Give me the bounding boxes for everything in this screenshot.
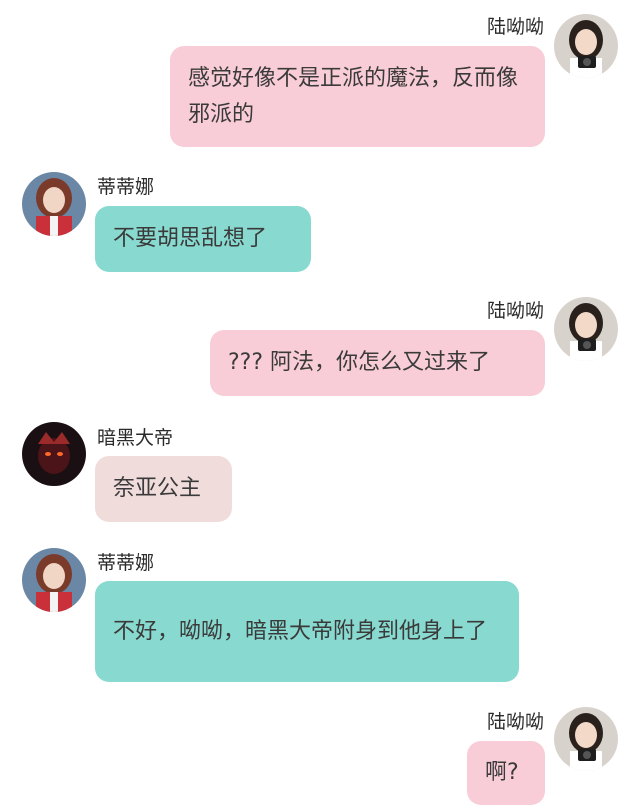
girl-red-outfit-avatar[interactable] bbox=[22, 172, 86, 236]
message-bubble[interactable]: 不要胡思乱想了 bbox=[95, 206, 311, 272]
sender-name: 蒂蒂娜 bbox=[97, 176, 155, 198]
girl-red-outfit-avatar[interactable] bbox=[22, 548, 86, 612]
sender-name: 暗黑大帝 bbox=[97, 427, 174, 449]
message-bubble[interactable]: 啊? bbox=[467, 741, 545, 805]
girl-with-camera-avatar[interactable] bbox=[554, 707, 618, 771]
message-bubble[interactable]: ??? 阿法，你怎么又过来了 bbox=[210, 330, 545, 396]
message-bubble[interactable]: 奈亚公主 bbox=[95, 456, 232, 522]
message-bubble[interactable]: 不好，呦呦，暗黑大帝附身到他身上了 bbox=[95, 581, 519, 682]
dark-emperor-avatar[interactable] bbox=[22, 422, 86, 486]
sender-name: 陆呦呦 bbox=[486, 300, 544, 322]
message-bubble[interactable]: 感觉好像不是正派的魔法，反而像邪派的 bbox=[170, 46, 545, 147]
sender-name: 陆呦呦 bbox=[486, 711, 544, 733]
sender-name: 蒂蒂娜 bbox=[97, 552, 155, 574]
girl-with-camera-avatar[interactable] bbox=[554, 297, 618, 361]
girl-with-camera-avatar[interactable] bbox=[554, 14, 618, 78]
sender-name: 陆呦呦 bbox=[486, 16, 544, 38]
